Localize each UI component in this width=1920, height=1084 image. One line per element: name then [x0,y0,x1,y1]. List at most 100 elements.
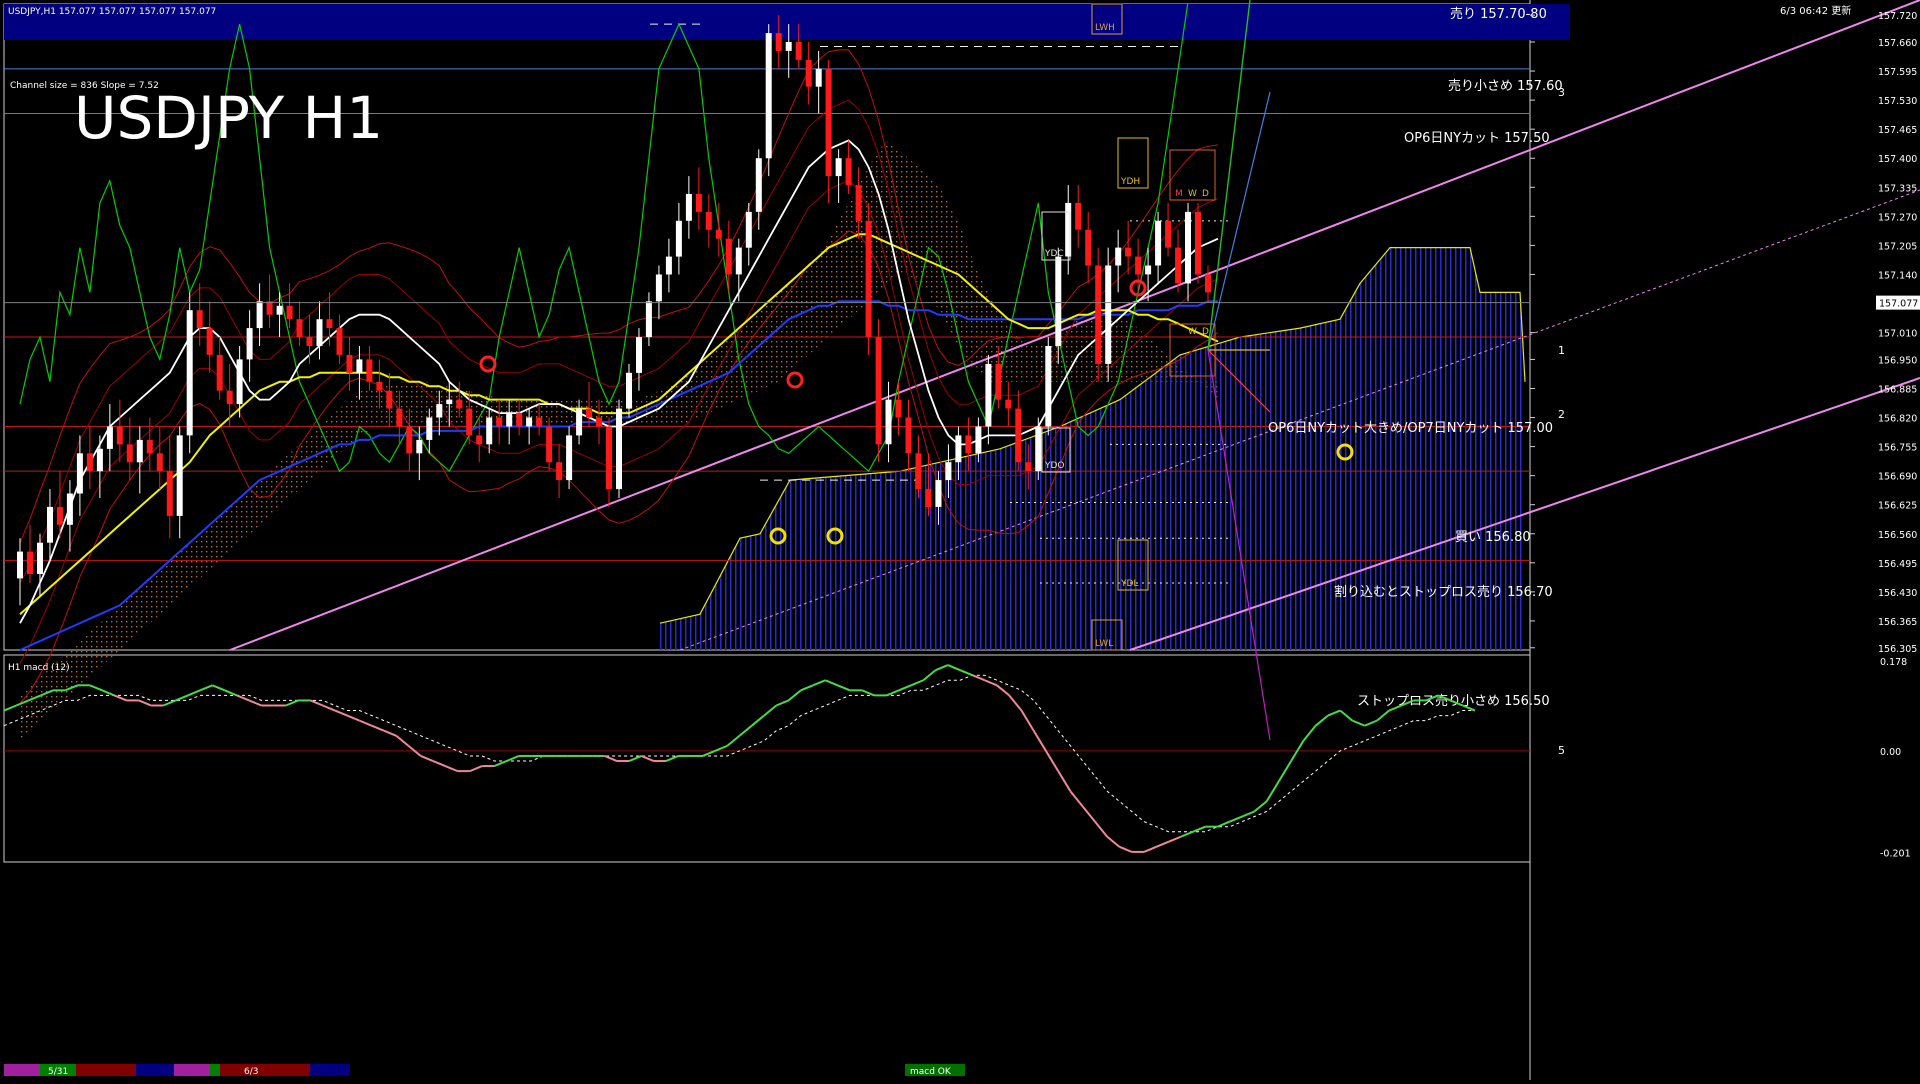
level-label-0: 売り 157.70-80 [1450,6,1547,22]
price-tick-label: 156.820 [1878,414,1917,425]
candle-body [76,453,83,494]
candle-body [556,462,563,481]
date-bar-segment [310,1064,350,1076]
candle-body [1145,265,1152,275]
candle-body [845,158,852,185]
candle-body [855,185,862,221]
candle-body [1075,202,1082,230]
header-band [4,4,1570,40]
candle-body [1165,220,1172,248]
candle-body [745,211,752,248]
price-tick-label: 156.305 [1878,644,1917,655]
level-label-1: 売り小さめ 157.60 [1448,78,1563,94]
candle-body [835,158,842,177]
candle-body [985,363,992,427]
candle-body [356,359,363,373]
candle-body [805,59,812,87]
candle-body [436,404,443,418]
macd-tick-label: 0.00 [1880,747,1901,758]
candle-body [426,417,433,440]
candle-body [466,408,473,436]
candle-body [636,337,642,373]
candle-body [905,417,912,454]
candle-body [596,417,602,427]
candle-body [536,417,543,427]
candle-body [366,359,373,382]
candle-body [346,354,353,373]
candle-body [106,426,113,449]
price-tick-label: 157.720 [1878,11,1917,22]
candle-body [945,462,952,481]
candle-body [655,274,662,302]
price-tick-label: 157.270 [1878,212,1917,223]
candle-body [1015,408,1022,463]
candle-body [196,310,203,329]
marker-m: M [1175,189,1183,199]
candle-body [496,417,503,427]
marker-w2: W [1188,327,1197,337]
price-tick-label: 156.885 [1878,384,1917,395]
update-timestamp: 6/3 06:42 更新 [1780,4,1851,17]
candle-body [1005,399,1012,409]
date-bar-segment [174,1064,210,1076]
candle-body [695,194,702,212]
candle-body [1195,211,1201,275]
candle-body [885,399,892,445]
candle-body [506,413,513,427]
candle-body [136,439,143,463]
candle-body [925,489,932,507]
price-tick-label: 157.140 [1878,270,1917,281]
candle-body [895,399,902,418]
candle-body [476,435,483,445]
candle-body [1135,256,1142,275]
candle-body [725,238,732,275]
level-label-3: OP6日NYカット大きめ/OP7日NYカット 157.00 [1268,421,1553,436]
candle-body [995,363,1002,400]
candle-body [486,417,493,445]
candle-body [765,33,772,159]
candle-body [296,319,303,338]
candle-body [955,435,962,463]
level-label-5: 割り込むとストップロス売り 156.70 [1334,584,1553,600]
candle-body [416,439,423,454]
candle-body [256,301,263,329]
candle-body [975,426,982,454]
date-bar-segment [270,1064,310,1076]
fib-label-2: 2 [1558,408,1565,421]
candle-body [336,328,343,355]
candle-body [516,413,523,427]
date-label-0: 5/31 [48,1067,68,1077]
candle-body [126,444,133,463]
price-tick-label: 157.660 [1878,38,1917,49]
candle-body [96,448,103,472]
marker-lwl-label: LWL [1095,639,1113,649]
candle-body [206,328,213,355]
candle-body [815,68,822,87]
candle-body [685,194,692,221]
price-tick-label: 156.690 [1878,472,1917,483]
candle-body [526,417,533,427]
candle-body [146,439,153,454]
marker-d: D [1202,189,1209,199]
candle-body [1125,247,1132,257]
candle-body [276,305,283,315]
date-bar-segment [210,1064,220,1076]
price-tick-label: 156.560 [1878,530,1917,541]
candle-body [176,435,183,516]
macd-tick-label: 0.178 [1880,657,1907,668]
candle-body [1185,211,1191,284]
candle-body [875,337,882,445]
level-label-4: 買い 156.80 [1455,530,1531,545]
price-tick-label: 156.755 [1878,443,1917,454]
candle-body [606,426,612,490]
candle-body [186,310,193,436]
date-bar-segment [136,1064,174,1076]
candle-body [645,301,652,338]
candle-body [56,506,63,525]
candle-body [37,542,43,574]
current-price-label: 157.077 [1879,299,1918,310]
candle-body [226,390,233,405]
candle-body [735,247,742,275]
candle-body [456,399,463,409]
candle-body [156,453,163,472]
